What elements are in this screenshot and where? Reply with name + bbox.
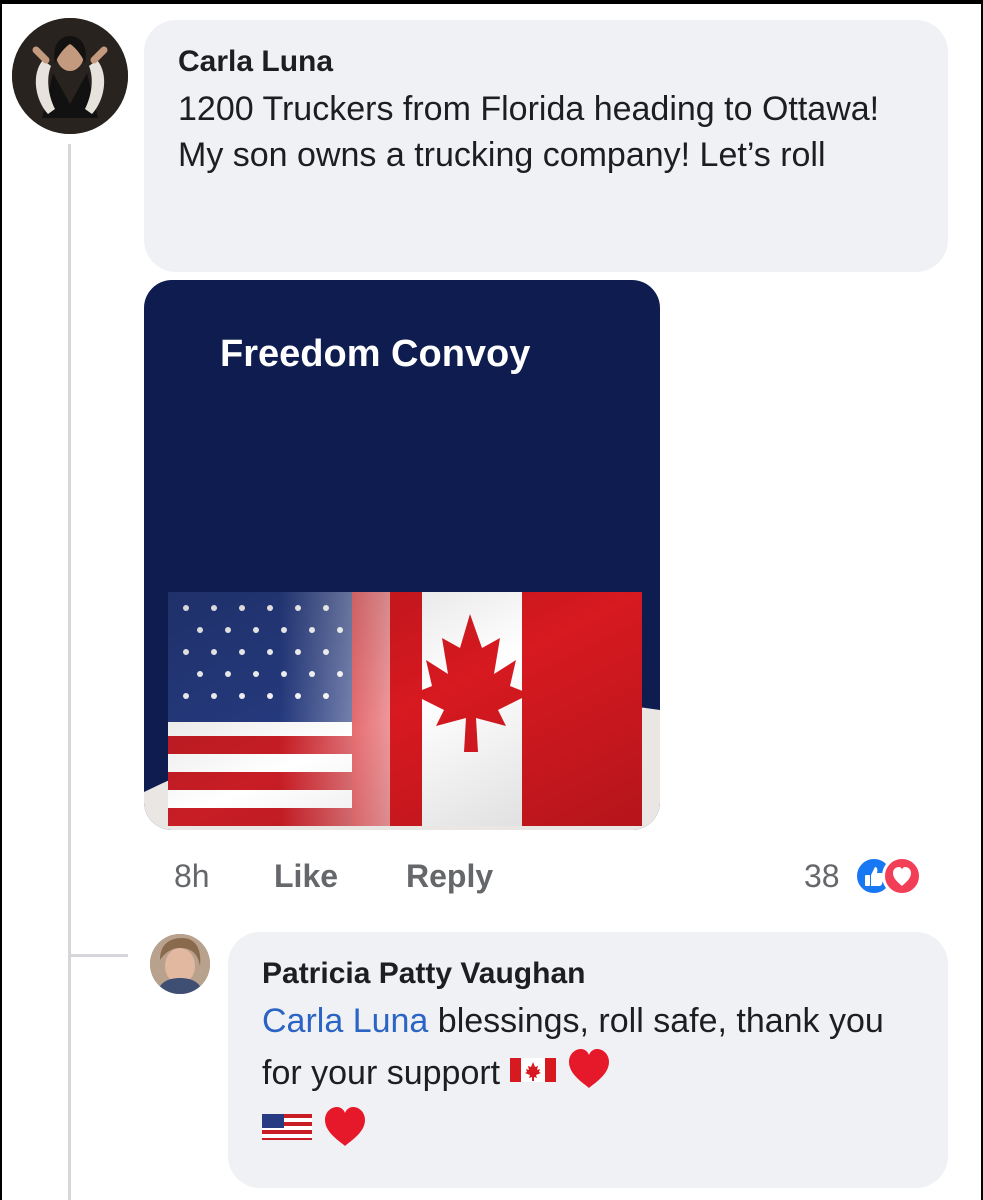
carla-luna-avatar[interactable] — [12, 18, 128, 134]
red-heart-icon — [565, 1046, 613, 1104]
mention-link[interactable]: Carla Luna — [262, 1002, 428, 1040]
reaction-count[interactable]: 38 — [804, 858, 840, 895]
comment-bubble: Carla Luna 1200 Truckers from Florida he… — [144, 20, 948, 272]
patricia-patty-vaughan-avatar[interactable] — [150, 934, 210, 994]
red-heart-icon — [321, 1104, 369, 1162]
reply-bubble: Patricia Patty Vaughan Carla Luna blessi… — [228, 932, 948, 1188]
comment-thread: Carla Luna 1200 Truckers from Florida he… — [2, 2, 981, 1200]
freedom-convoy-image[interactable]: Freedom Convoy — [144, 280, 660, 830]
like-button[interactable]: Like — [274, 858, 338, 895]
thread-line — [68, 144, 71, 1200]
reply-author[interactable]: Patricia Patty Vaughan — [262, 956, 948, 992]
comment-time[interactable]: 8h — [174, 858, 210, 895]
reply-text: Carla Luna blessings, roll safe, thank y… — [262, 996, 922, 1162]
reply-button[interactable]: Reply — [406, 858, 493, 895]
comment-author[interactable]: Carla Luna — [178, 44, 948, 80]
love-reaction-icon[interactable] — [882, 856, 922, 896]
comment-actions: 8h Like Reply 38 — [174, 852, 954, 900]
comment-text: 1200 Truckers from Florida heading to Ot… — [178, 90, 880, 174]
thread-branch — [68, 954, 128, 957]
canada-flag-icon — [509, 1050, 556, 1100]
us-flag-icon — [262, 1108, 312, 1158]
